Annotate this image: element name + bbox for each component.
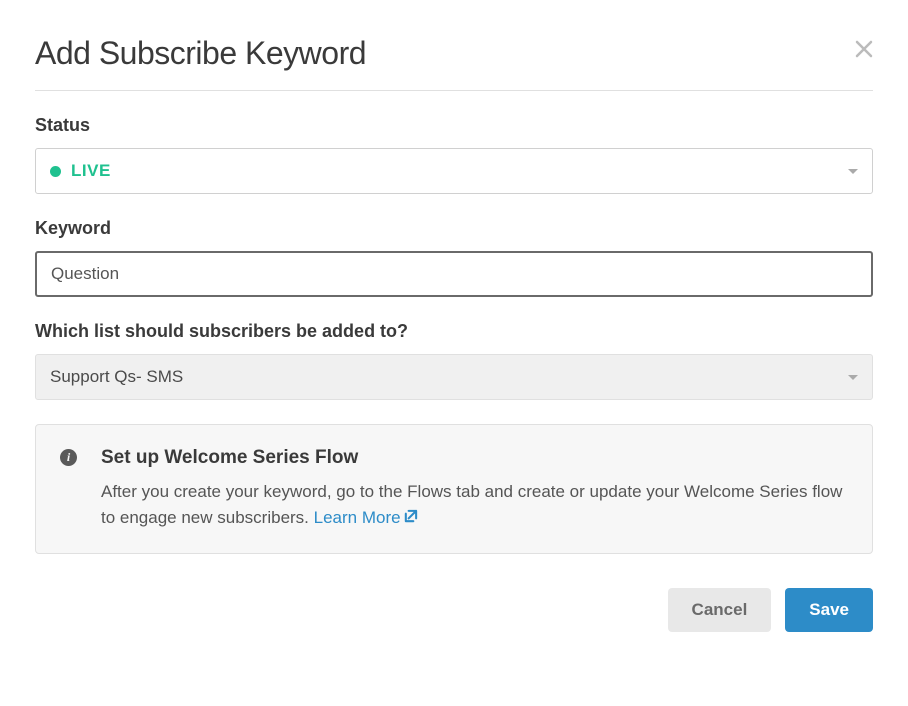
status-select[interactable]: LIVE <box>35 148 873 194</box>
close-icon <box>855 40 873 58</box>
info-text: After you create your keyword, go to the… <box>101 482 842 527</box>
cancel-button[interactable]: Cancel <box>668 588 772 632</box>
modal-title: Add Subscribe Keyword <box>35 35 366 72</box>
status-value: LIVE <box>71 161 111 181</box>
status-value-wrap: LIVE <box>50 161 111 181</box>
info-callout: Set up Welcome Series Flow After you cre… <box>35 424 873 554</box>
info-title: Set up Welcome Series Flow <box>101 447 848 469</box>
keyword-group: Keyword <box>35 218 873 297</box>
status-label: Status <box>35 115 873 136</box>
learn-more-text: Learn More <box>314 508 401 527</box>
status-dot-icon <box>50 166 61 177</box>
external-link-icon <box>403 506 418 532</box>
info-body: After you create your keyword, go to the… <box>101 479 848 531</box>
keyword-label: Keyword <box>35 218 873 239</box>
list-value: Support Qs- SMS <box>50 367 183 387</box>
save-button[interactable]: Save <box>785 588 873 632</box>
modal-footer: Cancel Save <box>35 588 873 632</box>
info-content: Set up Welcome Series Flow After you cre… <box>101 447 848 531</box>
modal-header: Add Subscribe Keyword <box>35 35 873 91</box>
info-icon-wrap <box>60 449 77 466</box>
keyword-input[interactable] <box>35 251 873 297</box>
chevron-down-icon <box>848 375 858 380</box>
status-group: Status LIVE <box>35 115 873 194</box>
list-select[interactable]: Support Qs- SMS <box>35 354 873 400</box>
list-label: Which list should subscribers be added t… <box>35 321 873 342</box>
list-group: Which list should subscribers be added t… <box>35 321 873 400</box>
learn-more-link[interactable]: Learn More <box>314 508 418 527</box>
close-button[interactable] <box>855 39 873 63</box>
info-icon <box>60 449 77 466</box>
chevron-down-icon <box>848 169 858 174</box>
